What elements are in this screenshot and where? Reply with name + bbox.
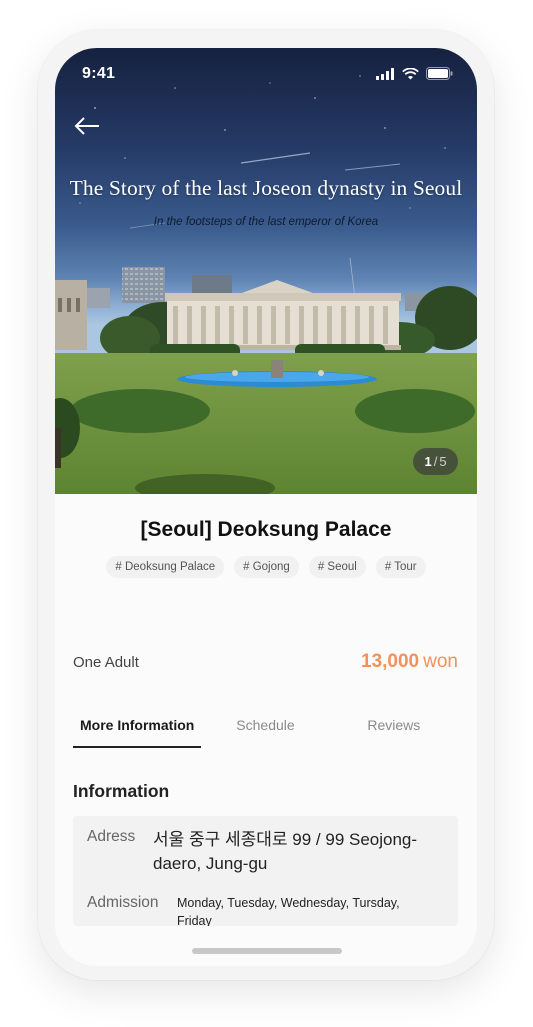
price-row: One Adult 13,000 won: [73, 648, 458, 676]
information-box: Adress 서울 중구 세종대로 99 / 99 Seojong-daero,…: [73, 816, 458, 926]
info-key-admission: Admission: [87, 894, 159, 911]
info-value-address: 서울 중구 세종대로 99 / 99 Seojong-daero, Jung-g…: [153, 830, 418, 873]
info-value-admission: Monday, Tuesday, Wednesday, Tursday, Fri…: [177, 896, 400, 926]
price-unit: won: [423, 651, 458, 672]
tab-more-information[interactable]: More Information: [73, 714, 202, 748]
page-separator: /: [433, 454, 438, 469]
price-amount: 13,000: [361, 651, 420, 672]
tab-schedule[interactable]: Schedule: [201, 714, 329, 748]
price: 13,000 won: [361, 651, 458, 673]
info-row-address: Adress 서울 중구 세종대로 99 / 99 Seojong-daero,…: [87, 828, 443, 876]
signal-icon: [376, 67, 394, 80]
hero-title: The Story of the last Joseon dynasty in …: [69, 176, 463, 200]
home-indicator[interactable]: [192, 948, 342, 954]
back-arrow-icon: [74, 117, 99, 135]
tag-list: # Deoksung Palace # Gojong # Seoul # Tou…: [55, 556, 477, 578]
tag-gojong[interactable]: # Gojong: [234, 556, 299, 578]
tag-tour[interactable]: # Tour: [375, 556, 426, 578]
hero-subtitle: In the footsteps of the last emperor of …: [153, 216, 379, 228]
tag-deoksung-palace[interactable]: # Deoksung Palace: [106, 556, 225, 578]
status-icons: [376, 67, 453, 80]
price-label: One Adult: [73, 653, 139, 671]
battery-icon: [426, 67, 453, 80]
status-bar: 9:41: [55, 48, 477, 98]
app-screen: 9:41 The Story of the last Joseon dynast…: [55, 48, 477, 966]
hero-image[interactable]: 9:41 The Story of the last Joseon dynast…: [55, 48, 477, 494]
section-title-information: Information: [73, 781, 170, 801]
tag-seoul[interactable]: # Seoul: [308, 556, 366, 578]
back-button[interactable]: [73, 116, 105, 142]
info-row-admission: Admission Monday, Tuesday, Wednesday, Tu…: [87, 894, 437, 926]
tour-title: [Seoul] Deoksung Palace: [140, 518, 392, 541]
page-total: 5: [439, 454, 447, 469]
palace-scene: [55, 257, 477, 494]
tab-bar: More Information Schedule Reviews: [73, 714, 458, 748]
page-current: 1: [424, 454, 432, 469]
tab-reviews[interactable]: Reviews: [330, 714, 458, 748]
info-key-address: Adress: [87, 828, 136, 845]
status-time: 9:41: [82, 65, 116, 82]
wifi-icon: [402, 67, 419, 79]
image-page-indicator: 1 / 5: [413, 448, 458, 475]
